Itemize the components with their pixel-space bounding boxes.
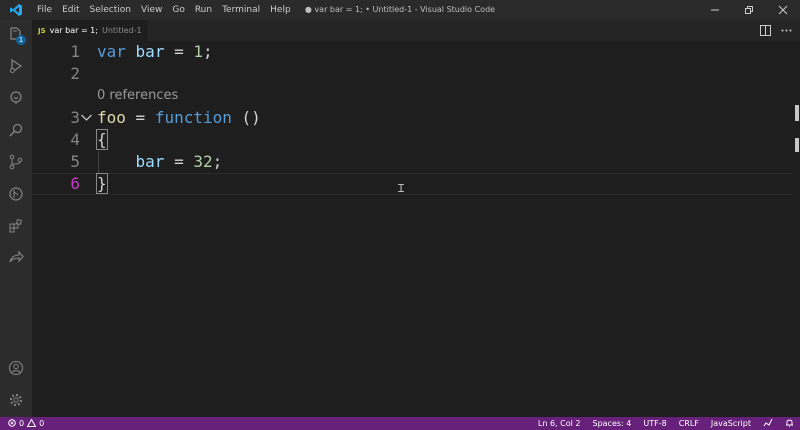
menu-selection[interactable]: Selection (85, 5, 136, 15)
javascript-file-icon: JS (38, 26, 46, 35)
code-line[interactable]: 4 { (32, 129, 800, 151)
line-number: 5 (70, 152, 80, 171)
split-editor-icon[interactable] (760, 21, 771, 40)
code-line[interactable]: 3 foo = function () (32, 107, 800, 129)
scrollbar-decoration (795, 105, 799, 121)
code-line[interactable]: 6 } (32, 173, 800, 195)
settings-gear-icon[interactable] (0, 386, 32, 414)
menu-run[interactable]: Run (190, 5, 217, 15)
activity-bar: 1 (0, 20, 32, 417)
menu-go[interactable]: Go (167, 5, 189, 15)
window-controls (698, 0, 800, 20)
tab-description: Untitled-1 (101, 26, 142, 35)
language-mode[interactable]: JavaScript (711, 419, 751, 428)
line-number-active: 6 (70, 174, 80, 193)
text-cursor-icon: Ɪ (398, 182, 405, 195)
problems-indicator[interactable]: 0 0 (0, 417, 45, 429)
account-icon[interactable] (0, 354, 32, 382)
close-icon[interactable] (766, 0, 800, 20)
run-debug-icon[interactable] (0, 52, 32, 80)
menu-view[interactable]: View (136, 5, 167, 15)
error-icon (8, 418, 16, 429)
encoding[interactable]: UTF-8 (643, 419, 666, 428)
code-line[interactable]: 1 var bar = 1; (32, 41, 800, 63)
status-bar-right: Ln 6, Col 2 Spaces: 4 UTF-8 CRLF JavaScr… (538, 417, 794, 430)
minimize-icon[interactable] (698, 0, 732, 20)
title-bar: File Edit Selection View Go Run Terminal… (0, 0, 800, 20)
source-control-icon[interactable] (0, 148, 32, 176)
line-number: 2 (70, 64, 80, 83)
live-share-icon[interactable] (0, 244, 32, 272)
code-text[interactable]: foo = function () (97, 107, 261, 129)
menu-terminal[interactable]: Terminal (217, 5, 265, 15)
code-line[interactable]: 2 (32, 63, 800, 85)
line-number: 4 (70, 130, 80, 149)
extensions-icon[interactable] (0, 212, 32, 240)
restore-icon[interactable] (732, 0, 766, 20)
line-number: 3 (70, 108, 80, 127)
code-line[interactable]: 5 bar = 32; (32, 151, 800, 173)
git-graph-icon[interactable] (0, 180, 32, 208)
more-actions-icon[interactable] (781, 21, 792, 40)
line-ending[interactable]: CRLF (679, 419, 699, 428)
menu-help[interactable]: Help (265, 5, 296, 15)
editor-actions (760, 20, 792, 41)
line-number: 1 (70, 42, 80, 61)
error-count: 0 (19, 419, 25, 428)
warning-count: 0 (39, 419, 45, 428)
code-text[interactable]: } (96, 173, 108, 195)
cursor-position[interactable]: Ln 6, Col 2 (538, 419, 581, 428)
menu-bar: File Edit Selection View Go Run Terminal… (32, 5, 296, 15)
code-text[interactable]: { (96, 129, 108, 151)
explorer-icon[interactable]: 1 (0, 20, 32, 48)
vscode-logo-icon (0, 0, 32, 20)
search-icon[interactable] (0, 116, 32, 144)
editor-scrollbar[interactable] (794, 41, 800, 417)
warning-icon (26, 417, 37, 429)
status-bar: 0 0 Ln 6, Col 2 Spaces: 4 UTF-8 CRLF Jav… (0, 417, 800, 430)
code-text[interactable]: bar = 32; (97, 151, 223, 173)
tab-bar: JS var bar = 1; Untitled-1 (32, 20, 800, 41)
tab-untitled-1[interactable]: JS var bar = 1; Untitled-1 (32, 20, 147, 41)
code-editor[interactable]: 1 var bar = 1; 2 0 references 3 foo = fu… (32, 41, 800, 417)
menu-edit[interactable]: Edit (57, 5, 84, 15)
feedback-icon[interactable] (763, 418, 773, 429)
tab-title: var bar = 1; (49, 26, 98, 35)
explorer-badge: 1 (16, 35, 26, 45)
scrollbar-decoration (795, 138, 799, 152)
codelens-references[interactable]: 0 references (97, 88, 178, 103)
remote-explorer-icon[interactable] (0, 84, 32, 112)
indentation[interactable]: Spaces: 4 (592, 419, 631, 428)
notifications-bell-icon[interactable] (785, 418, 794, 429)
code-text[interactable]: var bar = 1; (97, 41, 213, 63)
menu-file[interactable]: File (32, 5, 57, 15)
